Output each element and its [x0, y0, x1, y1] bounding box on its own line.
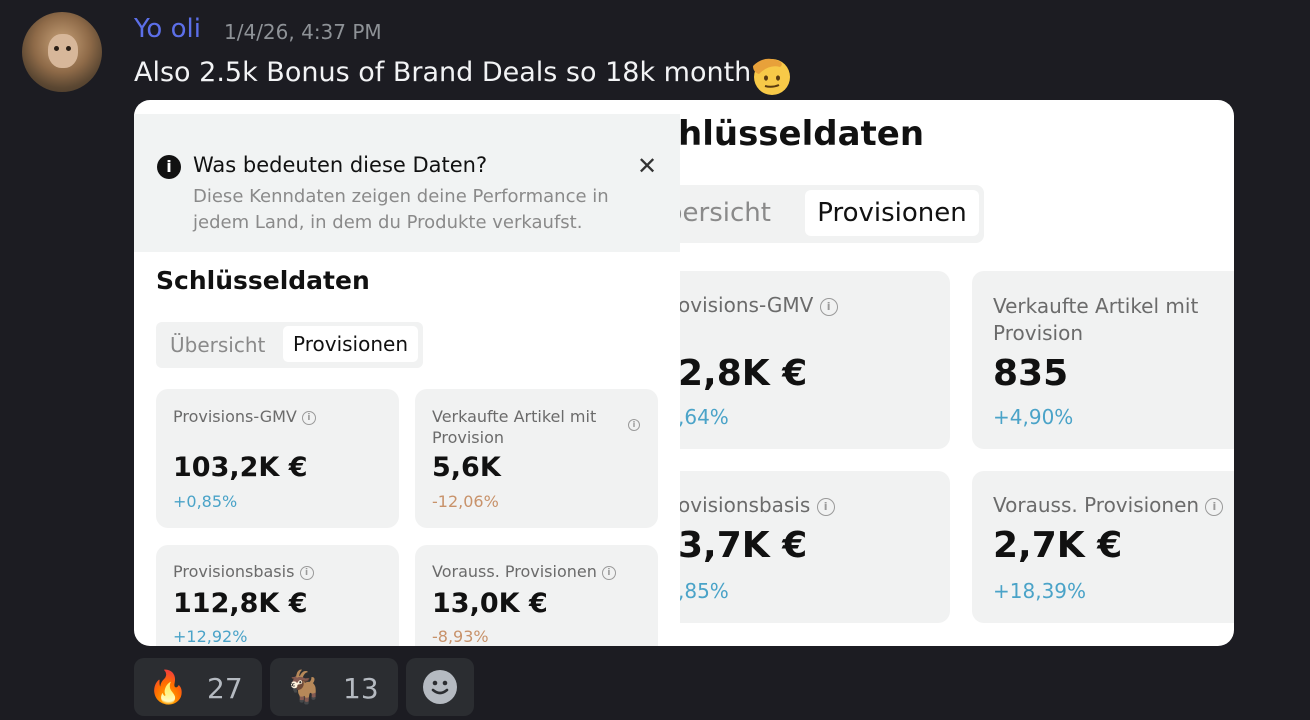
metric-card: ovisions-GMV i 2,8K € ,64% — [680, 271, 950, 449]
message-timestamp[interactable]: 1/4/26, 4:37 PM — [224, 20, 382, 44]
metric-change: -8,93% — [432, 627, 489, 646]
saluting-face-icon — [753, 58, 790, 95]
metric-change: +4,90% — [993, 405, 1074, 429]
message-username[interactable]: Yo oli — [134, 14, 201, 44]
metric-label: Provisionsbasis i — [173, 561, 314, 582]
metric-card: Vorauss. Provisionen i 13,0K € -8,93% — [415, 545, 658, 646]
metric-card: Provisions-GMV i 103,2K € +0,85% — [156, 389, 399, 528]
reaction-fire[interactable]: 🔥 27 — [134, 658, 262, 716]
metric-value: 13,0K € — [432, 588, 548, 619]
metric-change: ,85% — [680, 579, 729, 603]
metric-card: ovisionsbasis i 3,7K € ,85% — [680, 471, 950, 623]
info-icon: i — [1205, 497, 1224, 516]
metric-change: ,64% — [680, 405, 729, 429]
metric-value: 2,8K € — [680, 353, 808, 394]
info-icon: i — [628, 419, 640, 431]
info-icon: i — [601, 565, 616, 580]
info-icon: i — [301, 410, 316, 425]
info-icon: i — [819, 297, 838, 316]
metric-card: Verkaufte Artikel mit Provision 835 +4,9… — [972, 271, 1234, 449]
metric-change: +0,85% — [173, 492, 238, 511]
attachment-image-right[interactable]: hlüsseldaten bersicht Provisionen ovisio… — [680, 100, 1234, 646]
metric-card: Vorauss. Provisionen i 2,7K € +18,39% — [972, 471, 1234, 623]
info-icon: i — [816, 497, 835, 516]
metric-label: Provisions-GMV i — [173, 406, 316, 427]
close-icon[interactable]: ✕ — [637, 152, 657, 180]
metric-label: Verkaufte Artikel mit Provision — [993, 294, 1199, 345]
metric-change: +12,92% — [173, 627, 248, 646]
smiley-face-icon — [431, 680, 449, 695]
avatar-eye-right — [66, 46, 71, 51]
banner-title: Was bedeuten diese Daten? — [193, 153, 488, 177]
smiley-add-icon — [423, 670, 457, 704]
info-banner: i Was bedeuten diese Daten? Diese Kennda… — [134, 114, 680, 252]
section-title: Schlüsseldaten — [156, 266, 370, 295]
section-title: hlüsseldaten — [680, 114, 925, 154]
metric-value: 2,7K € — [993, 525, 1123, 566]
user-avatar[interactable] — [22, 12, 102, 92]
banner-text: Diese Kenndaten zeigen deine Performance… — [193, 186, 609, 233]
message-text: Also 2.5k Bonus of Brand Deals so 18k mo… — [134, 57, 752, 88]
reaction-count: 13 — [343, 672, 379, 705]
reaction-goat[interactable]: 🐐 13 — [270, 658, 398, 716]
metric-value: 5,6K — [432, 452, 501, 483]
metric-change: -12,06% — [432, 492, 499, 511]
info-icon: i — [299, 565, 314, 580]
tab-provisionen[interactable]: Provisionen — [805, 190, 979, 236]
metric-label: Vorauss. Provisionen i — [993, 493, 1224, 517]
metric-value: 835 — [993, 353, 1069, 394]
fire-icon: 🔥 — [148, 668, 188, 706]
info-icon: i — [157, 155, 181, 179]
metric-label: ovisionsbasis i — [680, 493, 835, 517]
metric-card: Provisionsbasis i 112,8K € +12,92% — [156, 545, 399, 646]
attachment-image-left[interactable]: i Was bedeuten diese Daten? Diese Kennda… — [134, 100, 680, 646]
tab-provisionen[interactable]: Provisionen — [283, 326, 418, 362]
goat-icon: 🐐 — [284, 668, 324, 706]
avatar-eye-left — [54, 46, 59, 51]
metric-change: +18,39% — [993, 579, 1087, 603]
metric-label: ovisions-GMV i — [680, 293, 838, 317]
metric-value: 103,2K € — [173, 452, 308, 483]
reaction-count: 27 — [207, 672, 243, 705]
metric-label: Vorauss. Provisionen i — [432, 561, 616, 582]
add-reaction-button[interactable] — [406, 658, 474, 716]
metric-label: Verkaufte Artikel mit Provision — [432, 407, 597, 447]
tab-uebersicht[interactable]: Übersicht — [170, 333, 265, 357]
tab-uebersicht[interactable]: bersicht — [680, 198, 771, 228]
metric-card: Verkaufte Artikel mit Provision i 5,6K -… — [415, 389, 658, 528]
metric-value: 3,7K € — [680, 525, 808, 566]
avatar-face — [48, 34, 78, 68]
metric-value: 112,8K € — [173, 588, 308, 619]
